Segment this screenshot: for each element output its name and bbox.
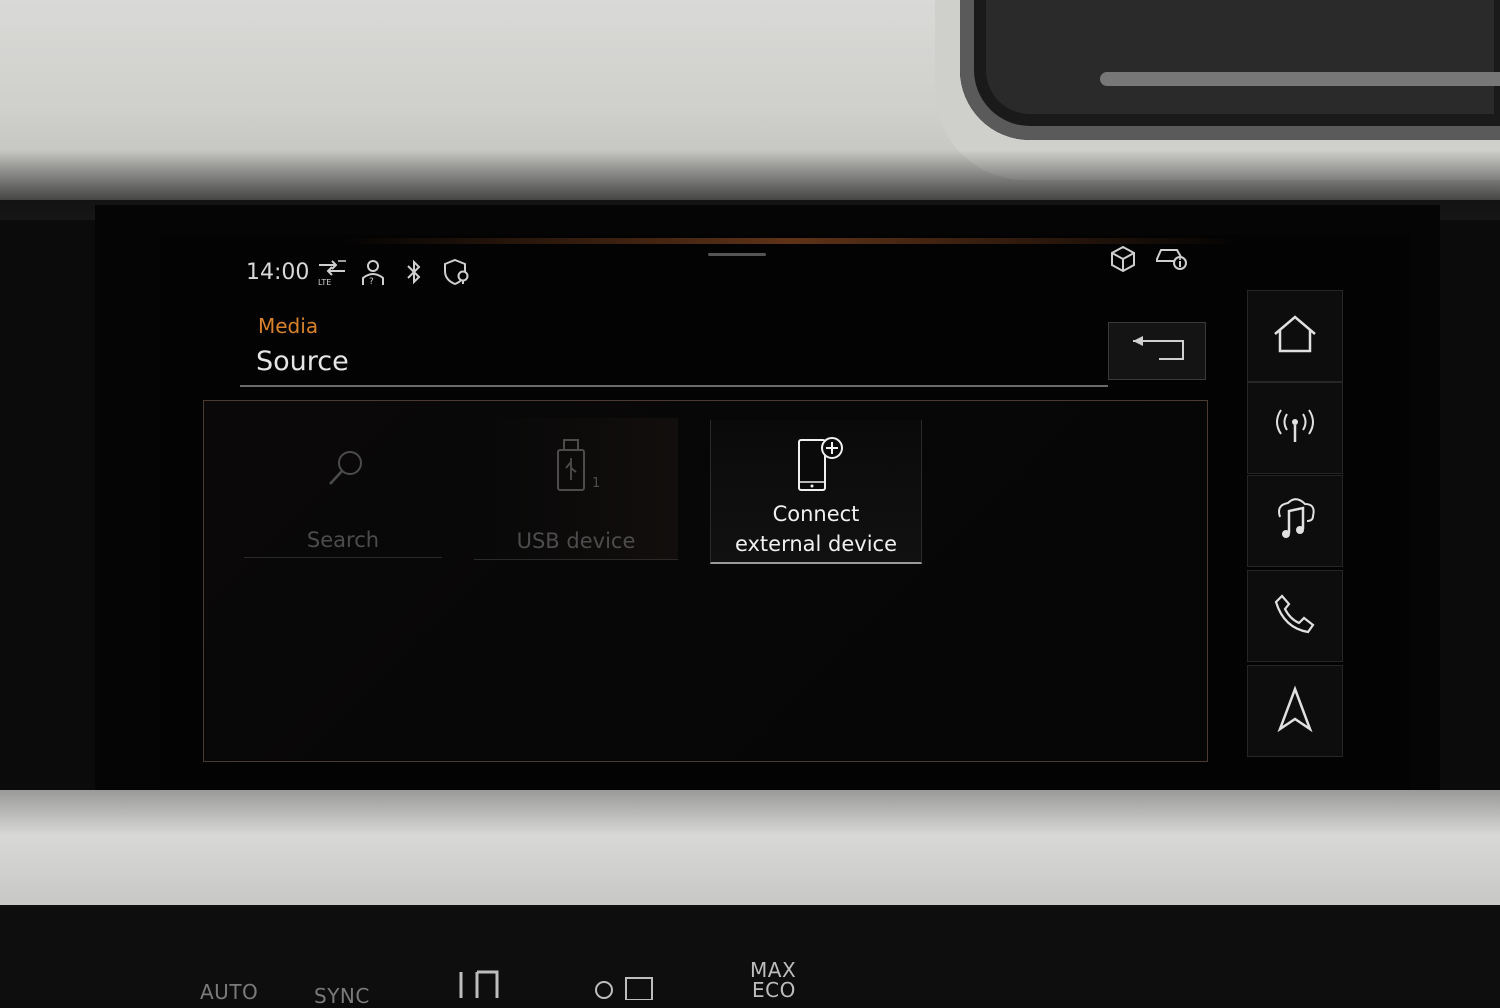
- lte-signal-icon: LTE: [316, 258, 348, 292]
- air-vent-slat: [1100, 72, 1500, 86]
- dashboard-trim-bottom: [0, 790, 1500, 920]
- climate-eco-label[interactable]: ECO: [752, 978, 796, 1002]
- source-tile-search[interactable]: Search: [244, 418, 442, 558]
- source-tile-label: Search: [306, 528, 380, 552]
- nav-media-button[interactable]: [1247, 475, 1343, 567]
- source-tile-connect-external-device[interactable]: Connect external device: [710, 420, 922, 564]
- nav-home-button[interactable]: [1247, 290, 1343, 382]
- package-icon[interactable]: [1108, 244, 1138, 280]
- back-button[interactable]: [1108, 322, 1206, 380]
- svg-text:LTE: LTE: [318, 278, 331, 286]
- climate-auto-button[interactable]: AUTO: [200, 980, 258, 1004]
- source-tile-label: USB device: [516, 529, 636, 553]
- usb-device-count-badge: 1: [592, 476, 601, 491]
- source-tile-label-line1: Connect: [772, 502, 860, 526]
- breadcrumb: Media: [258, 314, 319, 338]
- temperature-digit-display: [455, 968, 505, 1004]
- usb-icon: [556, 438, 592, 499]
- screen-top-glow: [340, 238, 1240, 244]
- add-phone-icon: [795, 434, 845, 499]
- back-arrow-icon: [1129, 333, 1189, 373]
- radio-broadcast-icon: [1270, 406, 1320, 450]
- user-profile-icon[interactable]: ?: [360, 259, 386, 293]
- nav-radio-button[interactable]: [1247, 382, 1343, 474]
- media-music-icon: [1270, 497, 1320, 545]
- nav-navigation-button[interactable]: [1247, 665, 1343, 757]
- page-title: Source: [256, 346, 349, 377]
- vehicle-info-icon[interactable]: [1154, 242, 1190, 278]
- svg-text:?: ?: [369, 277, 374, 287]
- search-icon: [324, 446, 368, 495]
- source-tile-label-line2: external device: [734, 532, 898, 556]
- privacy-location-icon[interactable]: [442, 257, 472, 293]
- page-header: [240, 305, 1108, 387]
- phone-icon: [1270, 592, 1320, 640]
- home-icon: [1270, 314, 1320, 358]
- climate-sync-button[interactable]: SYNC: [314, 984, 370, 1008]
- nav-phone-button[interactable]: [1247, 570, 1343, 662]
- bluetooth-icon: [404, 259, 424, 291]
- clock: 14:00: [246, 260, 310, 285]
- navigation-arrow-icon: [1270, 685, 1320, 737]
- fan-icon[interactable]: [588, 972, 658, 1004]
- source-tile-usb[interactable]: 1 USB device: [474, 418, 678, 560]
- air-vent: [960, 0, 1500, 140]
